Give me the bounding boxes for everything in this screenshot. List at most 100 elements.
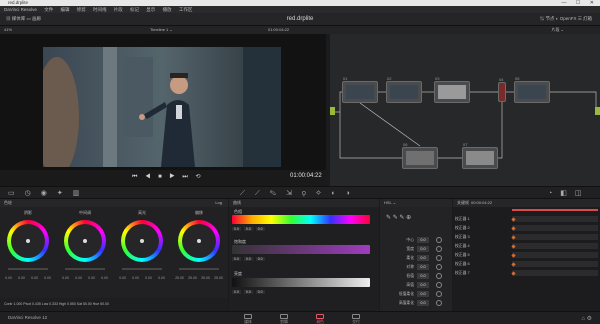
hue-field[interactable]: 0.0 [232,227,241,231]
hsl-label: 对称 [406,265,414,269]
keyframe-track[interactable] [512,252,598,258]
wheel-values: 25.00 25.00 25.00 25.00 [173,276,225,280]
wheel-master-slider[interactable] [8,268,48,270]
wheel-center-dot[interactable] [83,239,87,243]
luminance-field[interactable]: 0.0 [243,290,253,294]
keyframe-row[interactable]: 校正器 2 [455,225,511,232]
menubar: DaVinci Resolve 文件 编辑 修剪 时间线 片段 标记 显示 播放… [0,6,600,13]
keyframe-track[interactable] [512,234,598,240]
keyframe-row[interactable]: 校正器 3 [455,234,511,241]
menu-workspace[interactable]: 工作区 [179,7,193,12]
home-settings-icons[interactable]: ⌂ ⚙ [581,315,592,322]
reset-knob-icon[interactable] [436,300,442,306]
hue-field[interactable]: 0.0 [255,227,265,231]
menu-edit[interactable]: 编辑 [60,7,69,12]
node-05[interactable]: 05 [514,76,550,103]
menu-clip[interactable]: 片段 [114,7,123,12]
wheel-value: 0.00 [119,276,126,280]
node-02[interactable]: 02 [386,76,422,103]
reset-knob-icon[interactable] [436,282,442,288]
palette-tool-icons[interactable]: ⟋⟋✎⇲⚲✧◐◑ [240,189,360,198]
wheel-label: 阴影 [24,210,32,215]
menu-mark[interactable]: 标记 [130,7,139,12]
hue-gradient[interactable] [232,215,370,224]
menu-view[interactable]: 显示 [146,7,155,12]
wheel-center-dot[interactable] [197,239,201,243]
hsl-value[interactable]: 0.0 [417,273,429,279]
keyframe-track[interactable] [512,243,598,249]
window-title: red.drplite [8,0,29,5]
wheel-master-slider[interactable] [179,268,219,270]
hsl-value[interactable]: 0.0 [417,282,429,288]
hsl-value[interactable]: 0.0 [417,300,429,306]
wheel-value: 0.00 [88,276,95,280]
hsl-row-soft: 柔化 0.0 [384,254,450,262]
reset-knob-icon[interactable] [436,237,442,243]
eyedropper-icons[interactable]: ✎ ✎ ✎ ⊕ [386,214,411,221]
wheel-center-dot[interactable] [140,239,144,243]
hsl-value[interactable]: 0.0 [417,246,429,252]
saturation-field[interactable]: 0.0 [243,257,253,261]
keyframe-track[interactable] [512,216,598,222]
reset-knob-icon[interactable] [436,264,442,270]
viewer-header: 41% Timeline 1 ⌄ 01:00:04:22 [0,26,330,34]
timeline-selector[interactable]: Timeline 1 ⌄ [150,26,173,34]
menu-playback[interactable]: 播放 [163,7,172,12]
viewer-timecode: 01:00:04:22 [290,173,322,179]
luminance-gradient[interactable] [232,278,370,287]
node-03[interactable]: 03 [434,76,470,103]
menu-app[interactable]: DaVinci Resolve [4,7,37,12]
menu-trim[interactable]: 修剪 [77,7,86,12]
wheel-value: 0.00 [101,276,108,280]
node-number: 06 [403,142,408,147]
zoom-readout[interactable]: 41% [4,26,12,34]
keyframe-row[interactable]: 校正器 5 [455,252,511,259]
wheel-master-slider[interactable] [65,268,105,270]
wheel-mode-selector[interactable]: Log [215,199,222,207]
menu-file[interactable]: 文件 [44,7,53,12]
keyframe-row[interactable]: 校正器 1 [455,216,511,223]
node-04[interactable]: 04 [498,77,506,102]
node-graph[interactable]: 01 02 03 04 05 06 07 [330,34,600,186]
hsl-value[interactable]: 0.0 [417,255,429,261]
page-edit[interactable]: 剪辑 [272,314,296,324]
hsl-header[interactable]: HSL ⌄ [380,199,452,207]
node-06[interactable]: 06 [402,142,438,169]
page-media[interactable]: 媒体 [236,314,260,324]
keyframe-track[interactable] [512,261,598,267]
keyframe-track[interactable] [512,225,598,231]
page-color[interactable]: 调色 [308,314,332,324]
luminance-field[interactable]: 0.0 [232,290,241,294]
reset-knob-icon[interactable] [436,273,442,279]
wheel-adjustments-footer[interactable]: Contr 1.000 Pivot 0.435 Low 0.333 High 0… [0,298,228,311]
toolbar-right-buttons[interactable]: ⇅ 节点 ◐ OpenFX ☰ 灯箱 [540,16,592,22]
menu-timeline[interactable]: 时间线 [93,7,107,12]
hsl-value[interactable]: 0.0 [417,237,429,243]
palette-right-icons[interactable]: ◔◧◫ [548,189,589,197]
saturation-gradient[interactable] [232,245,370,254]
wheel-center-dot[interactable] [26,239,30,243]
keyframe-row[interactable]: 校正器 6 [455,261,511,268]
hsl-value[interactable]: 0.0 [417,264,429,270]
wheel-master-slider[interactable] [122,268,162,270]
saturation-field[interactable]: 0.0 [232,257,241,261]
keyframe-row[interactable]: 校正器 7 [455,270,511,277]
reset-knob-icon[interactable] [436,255,442,261]
keyframe-ruler[interactable] [512,209,598,211]
page-deliver[interactable]: 交付 [344,314,368,324]
node-01[interactable]: 01 [342,76,378,103]
hue-field[interactable]: 0.0 [243,227,253,231]
viewer-frame[interactable] [43,47,281,167]
hsl-row-sym: 对称 0.0 [384,263,450,271]
reset-knob-icon[interactable] [436,291,442,297]
saturation-field[interactable]: 0.0 [255,257,265,261]
luminance-field[interactable]: 0.0 [255,290,265,294]
transport-controls[interactable]: ⏮ ◀ ■ ▶ ⏭ ⟲ [132,173,204,181]
node-mode-selector[interactable]: 片段 ⌄ [552,26,564,34]
reset-knob-icon[interactable] [436,246,442,252]
keyframe-row[interactable]: 校正器 4 [455,243,511,250]
node-07[interactable]: 07 [462,142,498,169]
palette-left-icons[interactable]: ▭◷◉✦▥ [8,189,89,197]
hsl-value[interactable]: 0.0 [417,291,429,297]
keyframe-track[interactable] [512,270,598,276]
